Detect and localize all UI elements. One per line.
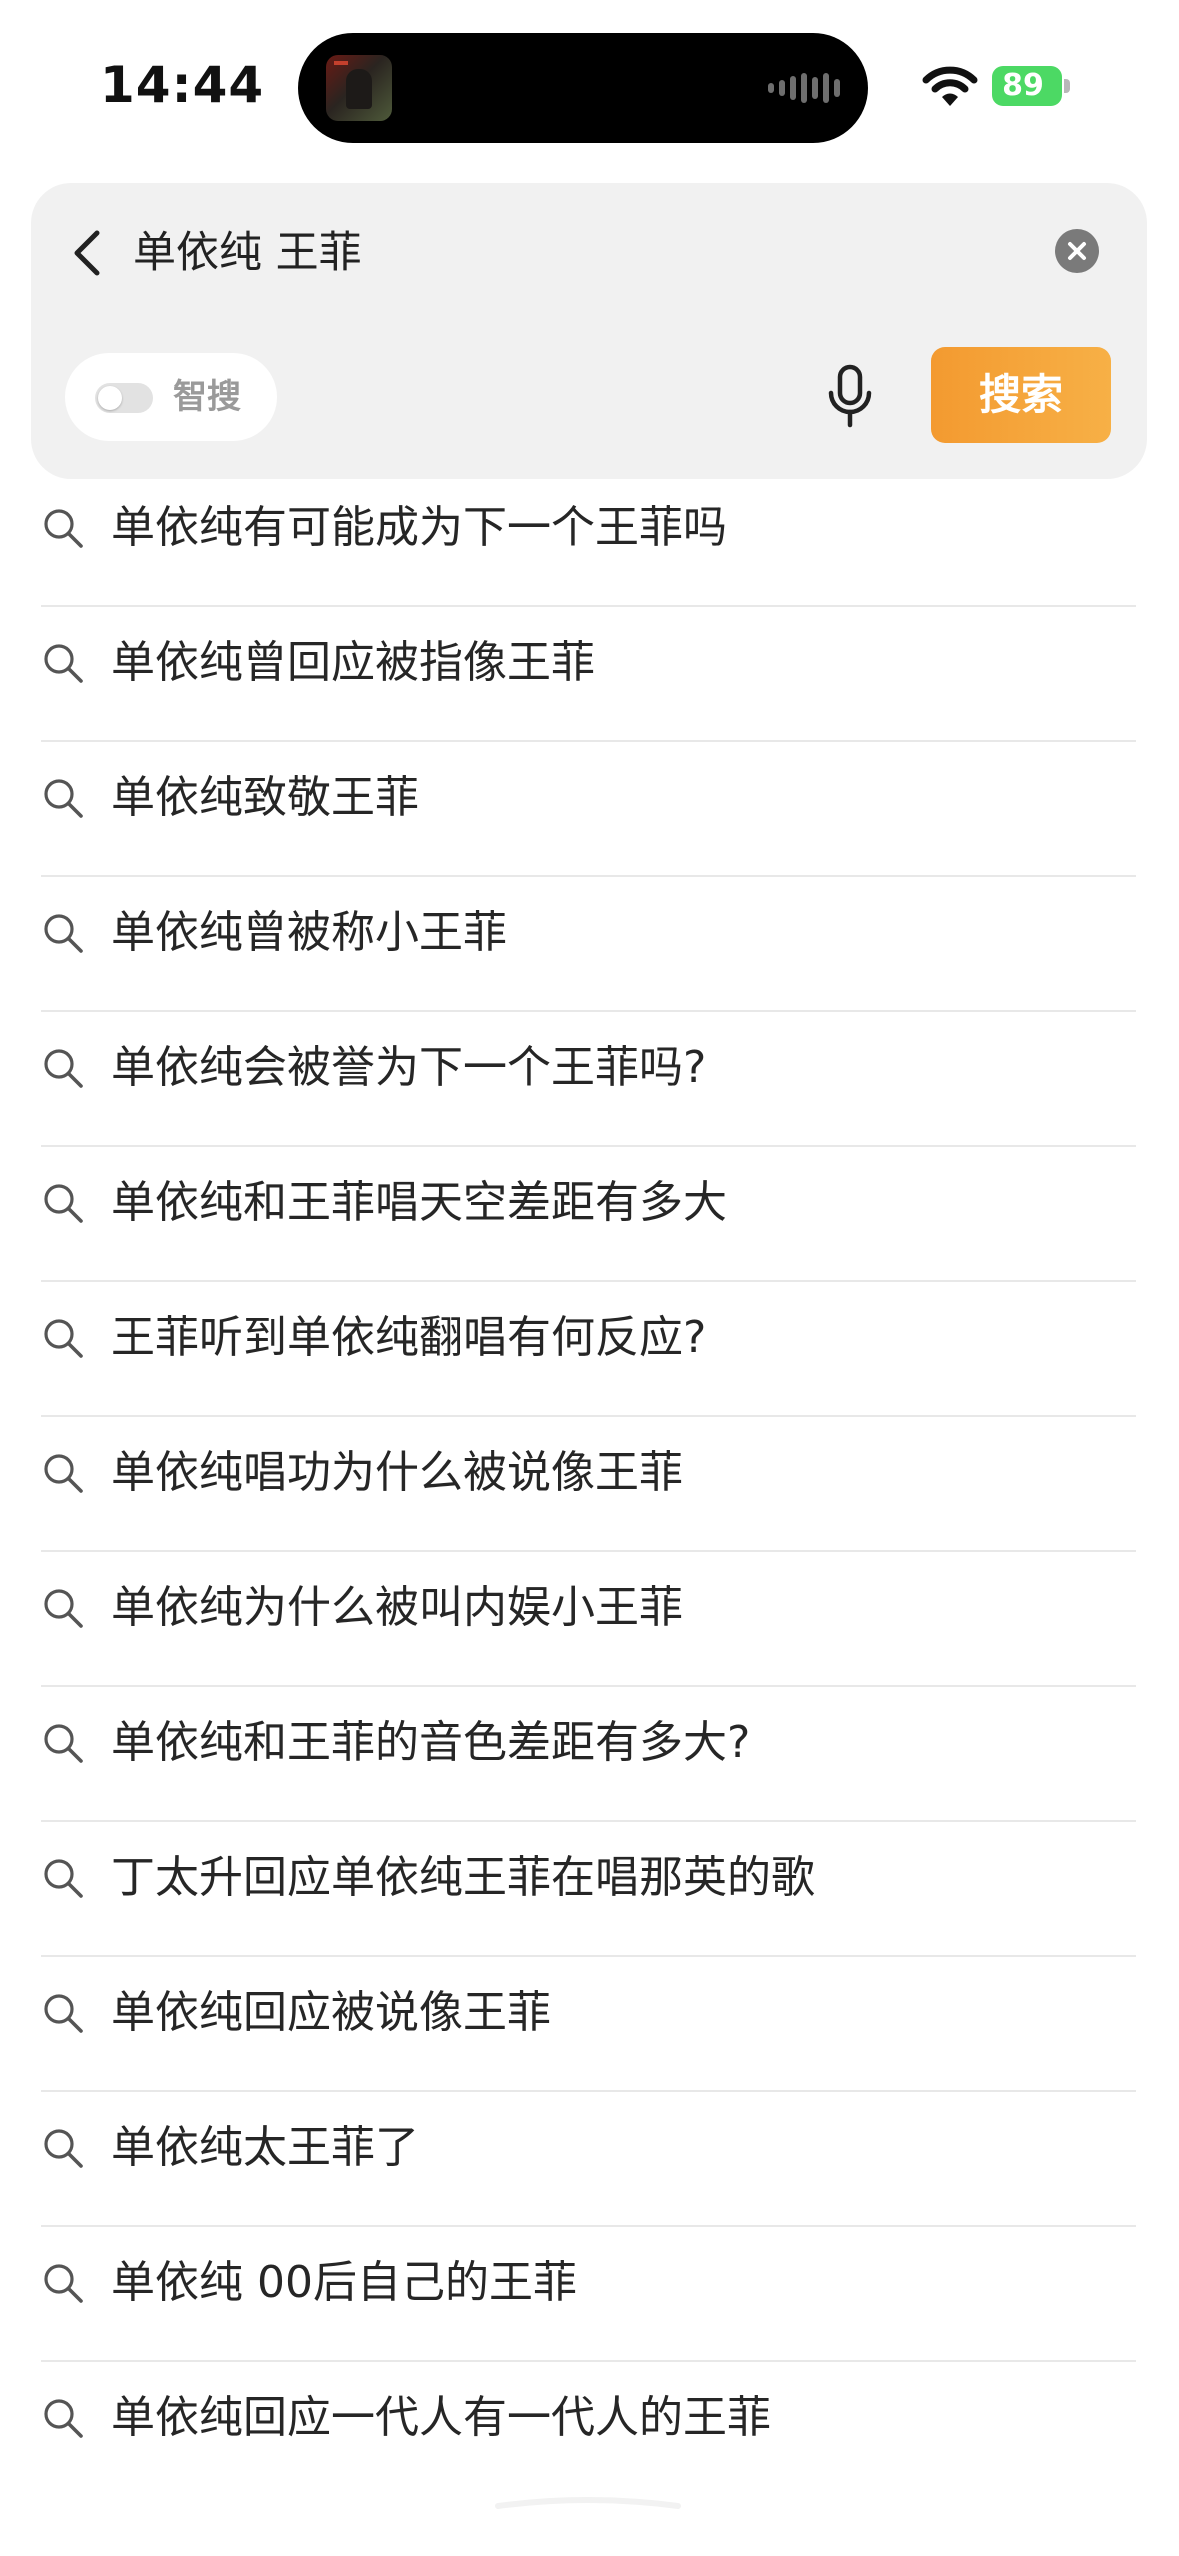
suggestion-text: 单依纯曾回应被指像王菲 bbox=[111, 637, 595, 688]
battery-level: 89 bbox=[1002, 68, 1044, 103]
suggestion-item[interactable]: 单依纯回应被说像王菲 bbox=[41, 1957, 1136, 2092]
suggestion-list: 单依纯有可能成为下一个王菲吗 单依纯曾回应被指像王菲 单依纯致敬王菲单依纯曾被称小王… bbox=[41, 472, 1136, 2495]
suggestion-text: 单依纯太王菲了 bbox=[111, 2122, 419, 2173]
suggestion-text: 单依纯和王菲的音色差距有多大? bbox=[111, 1717, 751, 1768]
battery-indicator: 89 bbox=[992, 66, 1072, 106]
search-icon bbox=[44, 1994, 83, 2033]
suggestion-text: 丁太升回应单依纯王菲在唱那英的歌 bbox=[111, 1852, 815, 1903]
search-icon bbox=[44, 1454, 83, 1493]
audio-waveform-icon bbox=[768, 71, 840, 105]
suggestion-item[interactable]: 单依纯有可能成为下一个王菲吗 bbox=[41, 472, 1136, 607]
suggestion-item[interactable]: 丁太升回应单依纯王菲在唱那英的歌 bbox=[41, 1822, 1136, 1957]
suggestion-item[interactable]: 单依纯 00后自己的王菲 bbox=[41, 2227, 1136, 2362]
search-icon bbox=[44, 509, 83, 548]
search-button[interactable]: 搜索 bbox=[931, 347, 1111, 443]
suggestion-text: 单依纯曾被称小王菲 bbox=[111, 907, 507, 958]
dynamic-island[interactable] bbox=[298, 33, 868, 143]
search-panel: 单依纯 王菲 智搜 搜索 bbox=[31, 183, 1147, 479]
now-playing-album-art bbox=[326, 55, 392, 121]
suggestion-item[interactable]: 单依纯会被誉为下一个王菲吗? bbox=[41, 1012, 1136, 1147]
search-icon bbox=[44, 914, 83, 953]
wifi-icon bbox=[922, 66, 978, 106]
search-icon bbox=[44, 1184, 83, 1223]
chevron-left-icon[interactable] bbox=[63, 223, 113, 283]
suggestion-item[interactable]: 单依纯曾被称小王菲 bbox=[41, 877, 1136, 1012]
scroll-hint bbox=[495, 2497, 681, 2509]
suggestion-item[interactable]: 单依纯唱功为什么被说像王菲 bbox=[41, 1417, 1136, 1552]
suggestion-item[interactable]: 单依纯太王菲了 bbox=[41, 2092, 1136, 2227]
suggestion-item[interactable]: 单依纯为什么被叫内娱小王菲 bbox=[41, 1552, 1136, 1687]
suggestion-item[interactable]: 单依纯致敬王菲 bbox=[41, 742, 1136, 877]
search-icon bbox=[44, 1049, 83, 1088]
suggestion-text: 单依纯致敬王菲 bbox=[111, 772, 419, 823]
toggle-knob bbox=[98, 386, 122, 410]
suggestion-text: 单依纯和王菲唱天空差距有多大 bbox=[111, 1177, 727, 1228]
search-icon bbox=[44, 1724, 83, 1763]
search-icon bbox=[44, 2399, 83, 2438]
suggestion-text: 王菲听到单依纯翻唱有何反应? bbox=[111, 1312, 707, 1363]
suggestion-item[interactable]: 单依纯曾回应被指像王菲 bbox=[41, 607, 1136, 742]
search-icon bbox=[44, 779, 83, 818]
suggestion-text: 单依纯会被誉为下一个王菲吗? bbox=[111, 1042, 707, 1093]
suggestion-item[interactable]: 王菲听到单依纯翻唱有何反应? bbox=[41, 1282, 1136, 1417]
suggestion-text: 单依纯有可能成为下一个王菲吗 bbox=[111, 502, 727, 553]
suggestion-item[interactable]: 单依纯回应一代人有一代人的王菲 bbox=[41, 2362, 1136, 2495]
search-icon bbox=[44, 2264, 83, 2303]
suggestion-text: 单依纯唱功为什么被说像王菲 bbox=[111, 1447, 683, 1498]
smart-search-toggle[interactable]: 智搜 bbox=[65, 353, 277, 441]
suggestion-text: 单依纯 00后自己的王菲 bbox=[111, 2257, 577, 2308]
status-bar: 14:44 89 bbox=[0, 0, 1179, 170]
close-circle-icon bbox=[1068, 242, 1086, 260]
suggestion-text: 单依纯为什么被叫内娱小王菲 bbox=[111, 1582, 683, 1633]
clear-search-button[interactable] bbox=[1055, 229, 1099, 273]
search-icon bbox=[44, 1319, 83, 1358]
smart-search-label: 智搜 bbox=[173, 377, 241, 417]
suggestion-text: 单依纯回应一代人有一代人的王菲 bbox=[111, 2392, 771, 2443]
search-icon bbox=[44, 644, 83, 683]
suggestion-item[interactable]: 单依纯和王菲的音色差距有多大? bbox=[41, 1687, 1136, 1822]
search-input[interactable]: 单依纯 王菲 bbox=[133, 223, 362, 283]
search-icon bbox=[44, 1859, 83, 1898]
toggle-switch[interactable] bbox=[95, 383, 153, 413]
search-icon bbox=[44, 2129, 83, 2168]
suggestion-item[interactable]: 单依纯和王菲唱天空差距有多大 bbox=[41, 1147, 1136, 1282]
microphone-icon[interactable] bbox=[825, 363, 875, 429]
status-time: 14:44 bbox=[100, 56, 265, 114]
search-icon bbox=[44, 1589, 83, 1628]
suggestion-text: 单依纯回应被说像王菲 bbox=[111, 1987, 551, 2038]
